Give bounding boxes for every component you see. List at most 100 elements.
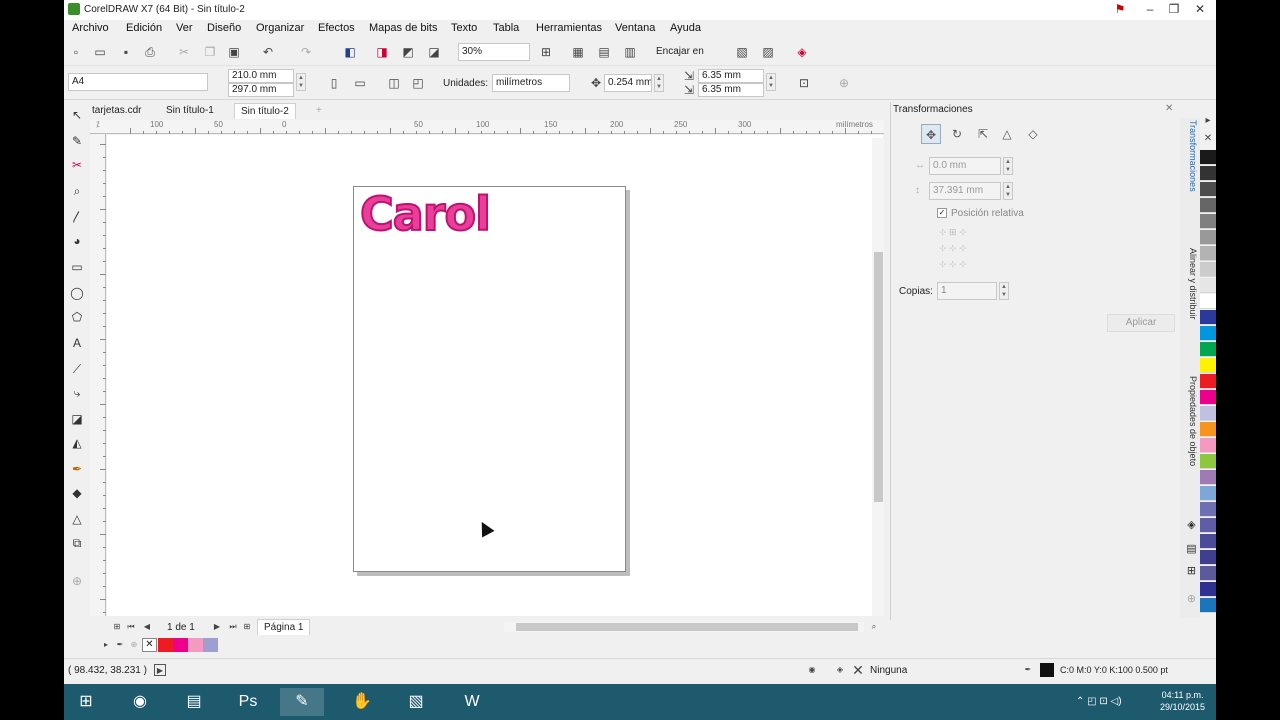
menu-archivo[interactable]: Archivo: [72, 22, 109, 34]
draw-scale-icon[interactable]: ⊡: [796, 75, 812, 91]
duplicate-x-field[interactable]: 6.35 mm: [698, 69, 764, 83]
palette-swatch[interactable]: [1200, 278, 1216, 293]
current-page-icon[interactable]: ◰: [410, 75, 426, 91]
page-options-icon[interactable]: ⊞: [111, 621, 123, 633]
polygon-tool-icon[interactable]: ⬠: [68, 308, 86, 326]
palette-swatch[interactable]: [1200, 518, 1216, 533]
menu-ver[interactable]: Ver: [176, 22, 193, 34]
open-icon[interactable]: ▭: [92, 44, 108, 60]
new-tab-icon[interactable]: +: [310, 103, 328, 119]
tab-transformaciones[interactable]: Transformaciones: [1182, 120, 1198, 192]
first-page-icon[interactable]: ⏮: [125, 621, 137, 633]
palette-menu-icon[interactable]: ▸: [100, 639, 112, 651]
tab-propiedades-objeto[interactable]: Propiedades de objeto: [1182, 376, 1198, 466]
palette-swatch[interactable]: [1200, 454, 1216, 469]
docker-icon-c[interactable]: ⊞: [1182, 566, 1198, 575]
menu-organizar[interactable]: Organizar: [256, 22, 304, 34]
menu-texto[interactable]: Texto: [451, 22, 477, 34]
palette-swatch[interactable]: [1200, 470, 1216, 485]
page-width-field[interactable]: 210.0 mm: [228, 69, 294, 83]
palette-swatch[interactable]: [1200, 182, 1216, 197]
palette-swatch[interactable]: [1200, 438, 1216, 453]
status-play-icon[interactable]: ▶: [154, 664, 166, 676]
anchor-grid-icon[interactable]: ⊹ ⊞ ⊹ ⊹ ⊹ ⊹ ⊹ ⊹ ⊹: [939, 224, 967, 272]
mesh-fill-icon[interactable]: ⧉: [68, 534, 86, 552]
last-page-icon[interactable]: ⏭: [227, 621, 239, 633]
page-height-field[interactable]: 297.0 mm: [228, 83, 294, 97]
position-icon[interactable]: ✥: [921, 124, 941, 144]
nudge-distance-field[interactable]: 0.254 mm: [604, 74, 652, 92]
add-page-icon[interactable]: ⊞: [241, 621, 253, 633]
color-proof-icon[interactable]: ◉: [806, 664, 818, 676]
all-pages-icon[interactable]: ◫: [386, 75, 402, 91]
menu-tabla[interactable]: Tabla: [493, 22, 519, 34]
smart-drawing-icon[interactable]: △: [68, 510, 86, 528]
docker-icon-a[interactable]: ◈: [1182, 518, 1198, 531]
palette-swatch[interactable]: [1200, 214, 1216, 229]
copies-field[interactable]: 1: [937, 282, 997, 300]
horizontal-ruler[interactable]: ⁒ 100 50 0 50 100 150 200 250 300 milíme…: [90, 120, 884, 134]
paint-icon[interactable]: ✋: [340, 688, 384, 716]
palette-swatch[interactable]: [1200, 246, 1216, 261]
palette-swatch[interactable]: [1200, 598, 1216, 613]
carol-text-object[interactable]: Carol: [359, 186, 492, 242]
copy-icon[interactable]: ❐: [202, 44, 218, 60]
new-document-icon[interactable]: ▫: [68, 44, 84, 60]
menu-mapas-de-bits[interactable]: Mapas de bits: [369, 22, 437, 34]
menu-ayuda[interactable]: Ayuda: [670, 22, 701, 34]
welcome-screen-icon[interactable]: ▨: [760, 44, 776, 60]
menu-diseno[interactable]: Diseño: [207, 22, 241, 34]
portrait-icon[interactable]: ▯: [326, 75, 342, 91]
chrome-icon[interactable]: ◉: [118, 688, 162, 716]
ellipse-tool-icon[interactable]: ◯: [68, 284, 86, 302]
palette-swatch[interactable]: [1200, 502, 1216, 517]
palette-swatch[interactable]: [1200, 358, 1216, 373]
show-rulers-icon[interactable]: ▤: [596, 44, 612, 60]
palette-add-icon[interactable]: ⊕: [128, 639, 140, 651]
add-tool-icon[interactable]: ⊕: [68, 572, 86, 590]
menu-herramientas[interactable]: Herramientas: [536, 22, 602, 34]
palette-swatch[interactable]: [1200, 390, 1216, 405]
y-spinner[interactable]: ▲ ▼: [1003, 182, 1013, 200]
page[interactable]: Carol: [353, 186, 626, 572]
zoom-to-page-icon[interactable]: ⊞: [538, 44, 554, 60]
corel-connect-icon[interactable]: ◈: [794, 44, 810, 60]
palette-swatch[interactable]: [1200, 374, 1216, 389]
palette-swatch[interactable]: [1200, 406, 1216, 421]
palette-swatch[interactable]: [1200, 198, 1216, 213]
skew-icon[interactable]: ◇: [1023, 124, 1043, 144]
relative-position-checkbox[interactable]: ✓: [937, 208, 947, 218]
coreldraw-taskbar-icon[interactable]: ✎: [280, 688, 324, 716]
tray-icons[interactable]: ⌃ ◰ ⊡ ◁): [1076, 696, 1122, 707]
tab-tarjetas[interactable]: tarjetas.cdr: [86, 103, 147, 119]
rectangle-tool-icon[interactable]: ▭: [68, 258, 86, 276]
doc-swatch[interactable]: [188, 638, 203, 652]
cut-icon[interactable]: ✂: [176, 44, 192, 60]
word-icon[interactable]: W: [450, 688, 494, 716]
tab-sin-titulo-2[interactable]: Sin título-2: [234, 103, 296, 119]
paste-icon[interactable]: ▣: [226, 44, 242, 60]
palette-swatch[interactable]: [1200, 310, 1216, 325]
menu-efectos[interactable]: Efectos: [318, 22, 355, 34]
snap-to-dropdown[interactable]: Encajar en: [656, 46, 704, 57]
pick-tool-icon[interactable]: ↖: [68, 106, 86, 124]
docker-icon-b[interactable]: ▤: [1182, 542, 1198, 555]
doc-swatch[interactable]: [173, 638, 188, 652]
palette-swatch[interactable]: [1200, 150, 1216, 165]
palette-swatch[interactable]: [1200, 582, 1216, 597]
export-icon[interactable]: ◨: [374, 44, 390, 60]
save-icon[interactable]: ▪: [118, 44, 134, 60]
prev-page-icon[interactable]: ◀: [141, 621, 153, 633]
palette-swatch[interactable]: [1200, 262, 1216, 277]
duplicate-spinner[interactable]: ▲ ▼: [766, 73, 776, 91]
print-icon[interactable]: ⎙: [142, 44, 158, 60]
palette-swatch[interactable]: [1200, 326, 1216, 341]
close-button[interactable]: ✕: [1188, 0, 1212, 18]
restore-button[interactable]: ❐: [1162, 0, 1186, 18]
palette-swatch[interactable]: [1200, 534, 1216, 549]
palette-swatch[interactable]: [1200, 166, 1216, 181]
transparency-icon[interactable]: ◭: [68, 434, 86, 452]
undo-icon[interactable]: ↶: [260, 44, 276, 60]
size-icon[interactable]: △: [997, 124, 1017, 144]
zoom-nav-icon[interactable]: ⌕: [868, 621, 880, 633]
